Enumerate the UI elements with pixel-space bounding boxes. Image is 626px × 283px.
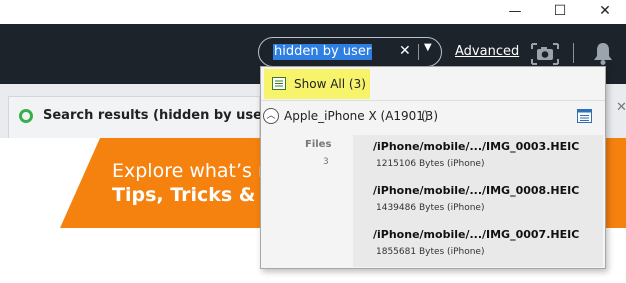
list-item[interactable]: /iPhone/mobile/.../IMG_0007.HEIC 1855681… (353, 223, 603, 267)
search-box[interactable]: hidden by user ✕ ▼ (258, 37, 442, 67)
result-path: /iPhone/mobile/.../IMG_0007.HEIC (373, 228, 580, 241)
title-bar: — ☐ ✕ (0, 0, 626, 24)
result-meta: 1215106 Bytes (iPhone) (376, 159, 485, 169)
banner-headline: Explore what’s n (112, 160, 271, 182)
result-path: /iPhone/mobile/.../IMG_0008.HEIC (373, 184, 580, 197)
list-view-icon[interactable] (577, 109, 592, 123)
device-result-count: (3) (421, 109, 438, 123)
result-path: /iPhone/mobile/.../IMG_0003.HEIC (373, 140, 580, 153)
show-all-button[interactable]: Show All (3) (264, 69, 370, 99)
files-category-label: Files (305, 139, 332, 150)
list-item[interactable]: /iPhone/mobile/.../IMG_0003.HEIC 1215106… (353, 135, 603, 179)
result-meta: 1439486 Bytes (iPhone) (376, 203, 485, 213)
search-input[interactable]: hidden by user (273, 44, 373, 60)
toolbar-divider (573, 43, 574, 63)
show-all-label: Show All (3) (294, 77, 366, 91)
clear-search-icon[interactable]: ✕ (399, 43, 411, 59)
status-circle-icon (19, 109, 33, 123)
camera-icon[interactable] (530, 42, 560, 66)
advanced-search-link[interactable]: Advanced (455, 44, 519, 59)
maximize-button[interactable]: ☐ (537, 0, 583, 22)
search-results-dropdown: Show All (3) ︿ Apple_iPhone X (A1901) (3… (260, 66, 606, 269)
tab-search-results[interactable]: Search results (hidden by use... (8, 96, 277, 138)
result-meta: 1855681 Bytes (iPhone) (376, 247, 485, 257)
collapse-chevron-icon[interactable]: ︿ (263, 108, 279, 124)
tab-label: Search results (hidden by use... (43, 108, 277, 123)
banner-edge (60, 138, 100, 228)
close-window-button[interactable]: ✕ (582, 0, 626, 22)
files-category-count: 3 (323, 157, 329, 167)
bell-icon[interactable] (592, 40, 614, 66)
list-item[interactable]: /iPhone/mobile/.../IMG_0008.HEIC 1439486… (353, 179, 603, 223)
search-history-dropdown-icon[interactable]: ▼ (424, 42, 432, 53)
search-divider (418, 44, 419, 60)
minimize-button[interactable]: — (492, 0, 538, 22)
dropdown-divider (261, 100, 605, 101)
device-name[interactable]: Apple_iPhone X (A1901) (284, 109, 429, 123)
list-icon (272, 77, 286, 90)
results-list: /iPhone/mobile/.../IMG_0003.HEIC 1215106… (353, 135, 603, 267)
tab-close-icon[interactable]: ✕ (616, 100, 626, 115)
